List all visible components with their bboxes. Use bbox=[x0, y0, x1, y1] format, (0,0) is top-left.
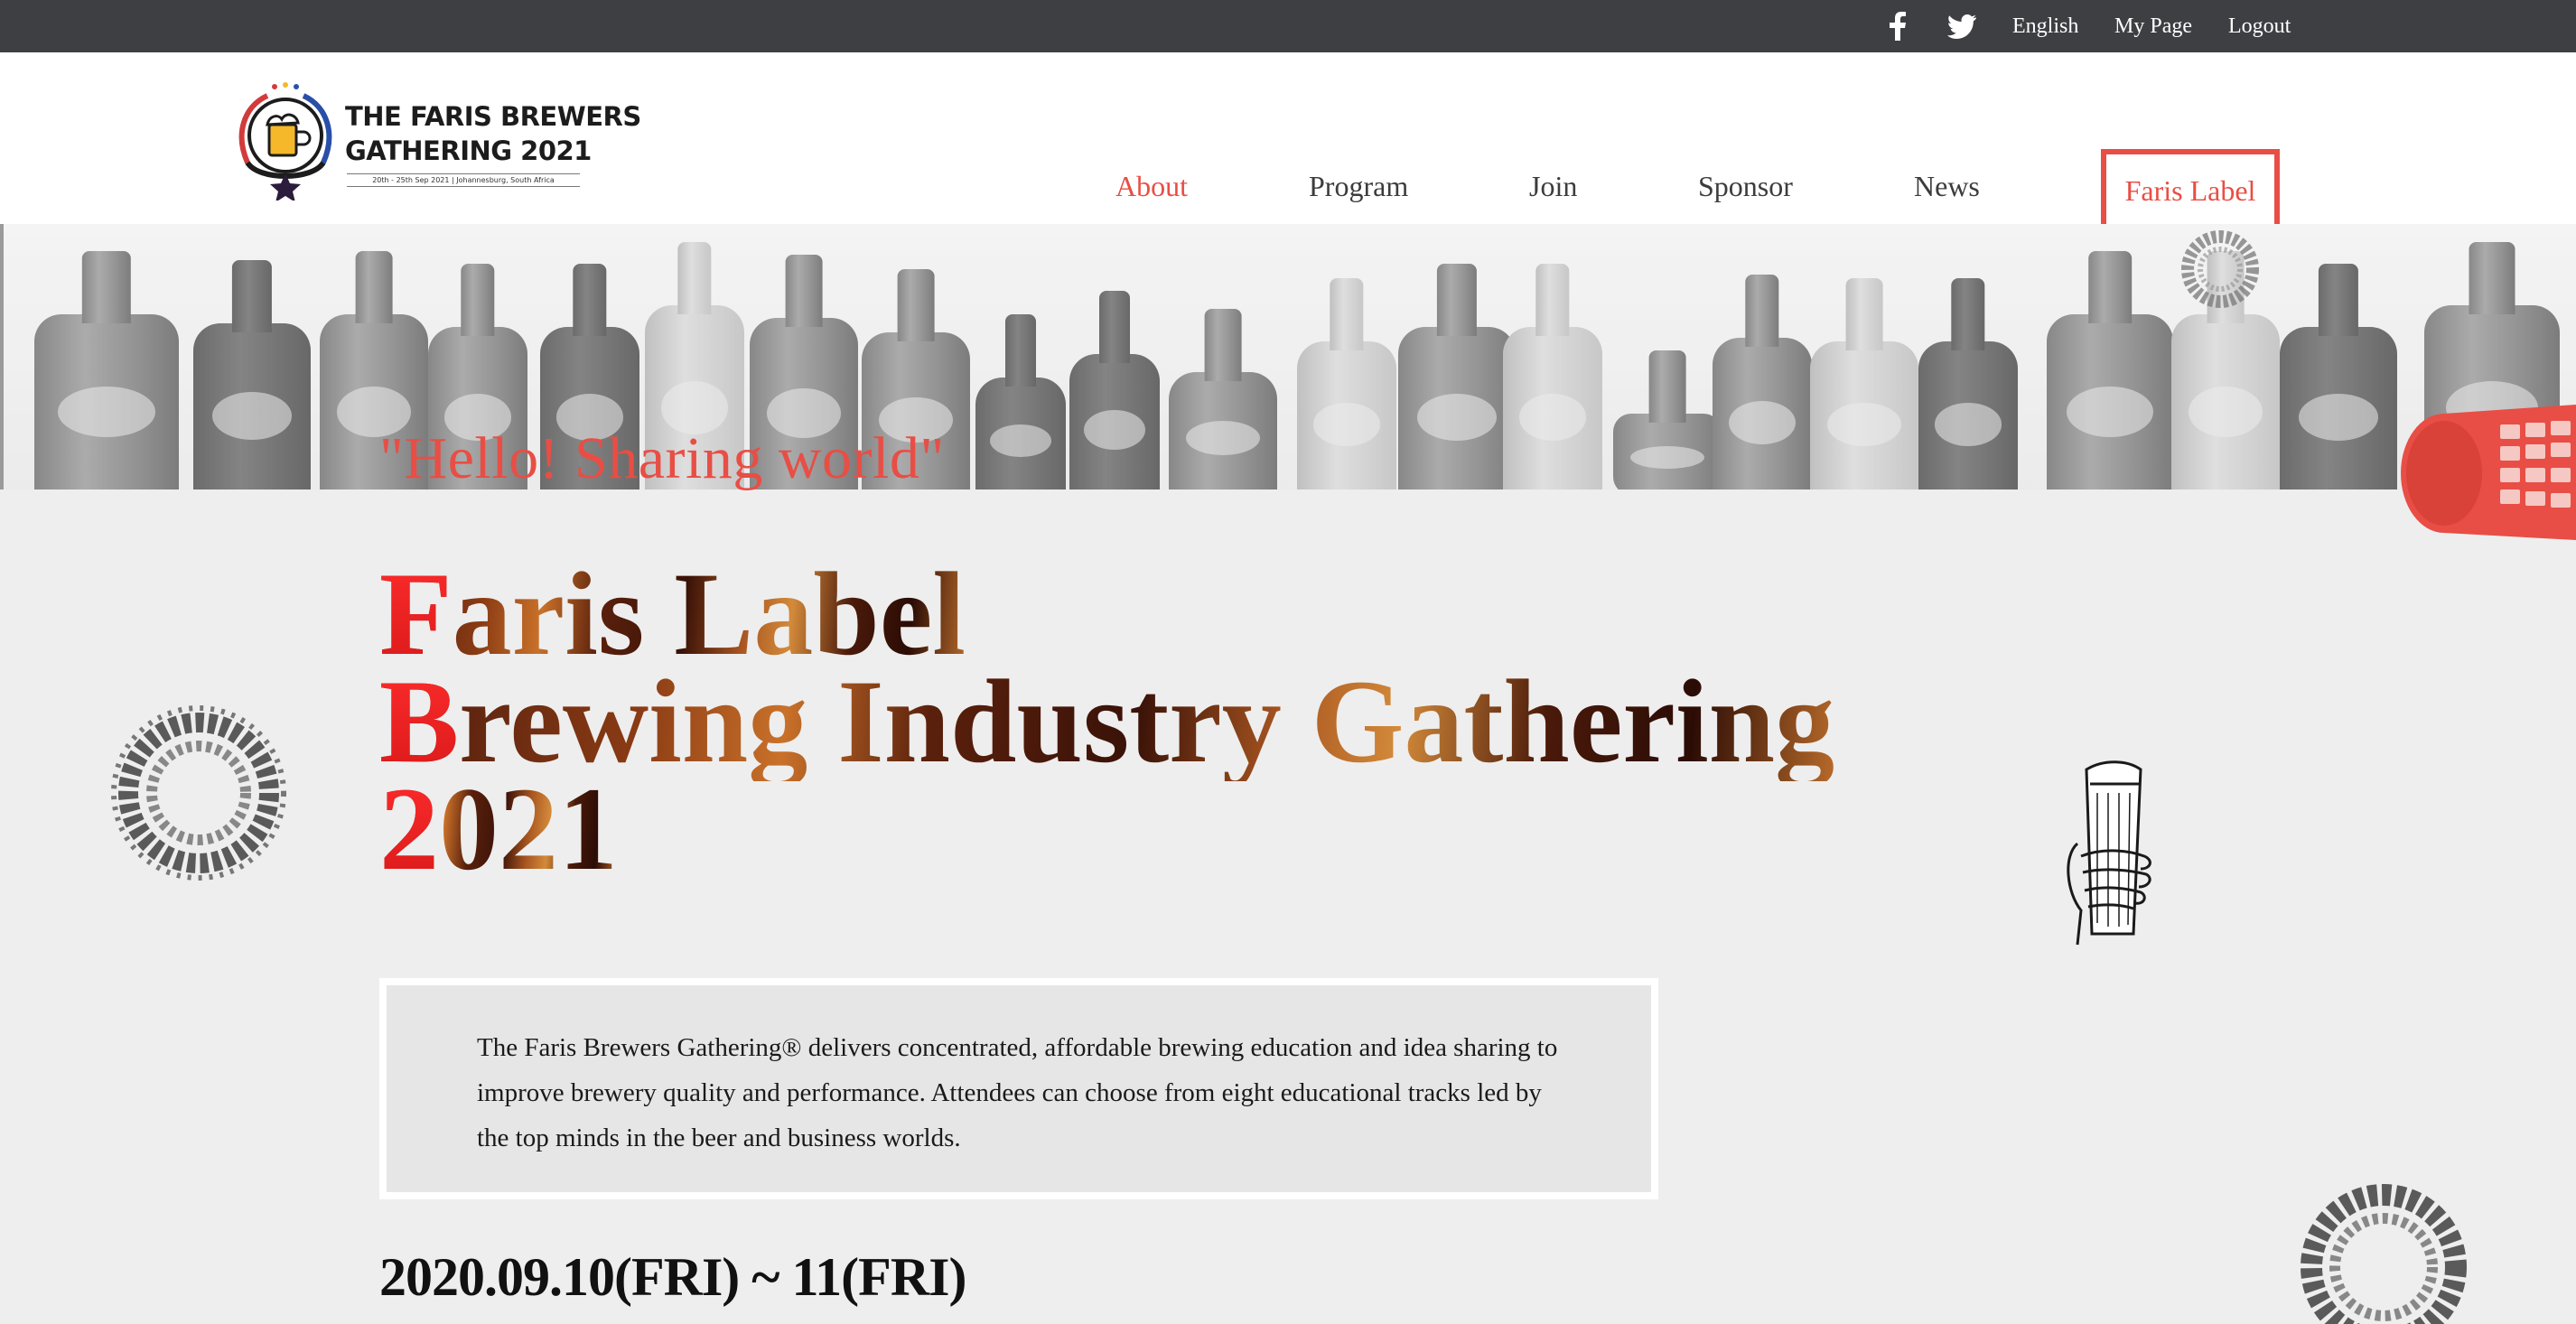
top-utility-bar: English My Page Logout bbox=[0, 0, 2576, 52]
description-text: The Faris Brewers Gathering® delivers co… bbox=[477, 1033, 1558, 1152]
facebook-icon[interactable] bbox=[1890, 0, 1906, 52]
barrel-icon bbox=[2401, 405, 2576, 540]
logo-title-line2: GATHERING 2021 bbox=[345, 135, 592, 166]
nav-program[interactable]: Program bbox=[1309, 170, 1408, 203]
floral-ring-ornament-icon bbox=[111, 705, 286, 881]
logo-emblem-icon bbox=[238, 82, 332, 200]
logo-subtitle: 20th - 25th Sep 2021 | Johannesburg, Sou… bbox=[347, 173, 580, 187]
floral-ring-ornament-icon bbox=[2181, 230, 2259, 308]
title-initial: 2 bbox=[379, 762, 439, 895]
my-page-link[interactable]: My Page bbox=[2114, 0, 2192, 52]
title-rest: rewing Industry Gathering bbox=[459, 655, 1835, 788]
floral-ring-ornament-icon bbox=[2301, 1184, 2467, 1324]
hero-title-line: 2021 bbox=[379, 769, 618, 889]
nav-sponsor[interactable]: Sponsor bbox=[1698, 170, 1793, 203]
event-date: 2020.09.10(FRI) ~ 11(FRI) bbox=[379, 1247, 966, 1307]
description-box: The Faris Brewers Gathering® delivers co… bbox=[379, 978, 1658, 1199]
hand-holding-beer-icon bbox=[2067, 760, 2151, 946]
nav-news[interactable]: News bbox=[1914, 170, 1980, 203]
nav-about[interactable]: About bbox=[1115, 170, 1188, 203]
nav-faris-label-button[interactable]: Faris Label bbox=[2101, 149, 2280, 233]
language-link[interactable]: English bbox=[2012, 0, 2078, 52]
title-rest: 021 bbox=[439, 762, 618, 895]
twitter-icon[interactable] bbox=[1947, 0, 1976, 52]
logo-title-line1: THE FARIS BREWERS bbox=[345, 101, 641, 132]
site-header: THE FARIS BREWERS GATHERING 2021 20th - … bbox=[0, 52, 2576, 233]
nav-join[interactable]: Join bbox=[1529, 170, 1577, 203]
logout-link[interactable]: Logout bbox=[2228, 0, 2291, 52]
hero-tagline: "Hello! Sharing world" bbox=[379, 425, 945, 491]
